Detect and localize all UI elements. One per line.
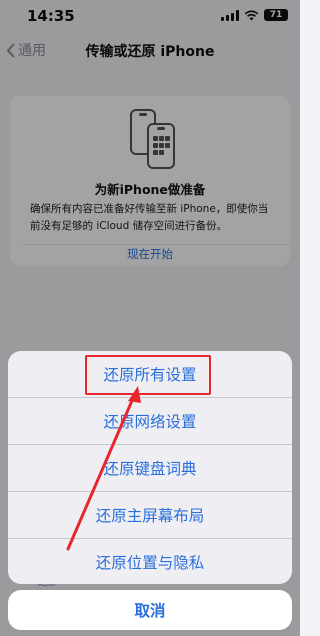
reset-location-privacy-button[interactable]: 还原位置与隐私: [8, 539, 292, 584]
reset-keyboard-dictionary-button[interactable]: 还原键盘词典: [8, 445, 292, 491]
reset-network-settings-button[interactable]: 还原网络设置: [8, 398, 292, 444]
cancel-button[interactable]: 取消: [8, 590, 292, 630]
highlight-box: [85, 355, 211, 395]
reset-home-screen-layout-button[interactable]: 还原主屏幕布局: [8, 492, 292, 538]
